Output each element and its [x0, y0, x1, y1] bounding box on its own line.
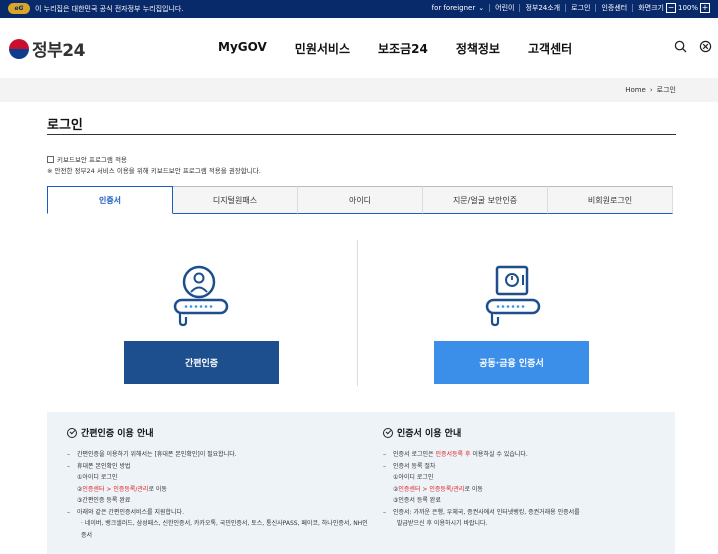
guide-line: 인증서 등록 절차 [383, 461, 683, 473]
keyboard-security-checkbox[interactable] [47, 155, 54, 163]
highlight-text: 인증서등록 후 [435, 451, 471, 458]
tab-biometric[interactable]: 지문/얼굴 보안인증 [423, 186, 548, 214]
zoom-out-button[interactable]: − [665, 3, 676, 13]
zoom-value: 100% [677, 4, 698, 12]
guide-line: 발급받으신 후 이용하시기 바랍니다. [397, 520, 488, 527]
title-divider [47, 134, 676, 135]
check-circle-icon [383, 427, 393, 438]
site-logo[interactable]: 정부24 [9, 36, 85, 61]
zoom-in-button[interactable]: + [700, 3, 710, 13]
simple-auth-guide: 간편인증 이용 안내 간편인증을 이용하기 위해서는 [휴대폰 본인확인]이 필… [67, 426, 368, 541]
breadcrumb: Home › 로그인 [625, 85, 676, 95]
simple-auth-button[interactable]: 간편인증 [124, 341, 279, 384]
taegeuk-icon [9, 38, 29, 59]
certificate-guide-list: 인증서 로그인은 인증서등록 후 이용하실 수 있습니다.인증서 등록 절차①아… [383, 449, 683, 530]
certificate-guide: 인증서 이용 안내 인증서 로그인은 인증서등록 후 이용하실 수 있습니다.인… [383, 426, 683, 530]
auth-panel-divider [357, 240, 358, 386]
guide-line: ②인증센터 > 인증등록/관리로 이동 [77, 485, 167, 493]
certificate-auth-icon [485, 265, 541, 327]
search-icon[interactable] [674, 40, 687, 53]
main-nav: MyGOV 민원서비스 보조금24 정책정보 고객센터 [218, 40, 600, 57]
site-header: 정부24 MyGOV 민원서비스 보조금24 정책정보 고객센터 [0, 18, 718, 78]
chevron-down-icon[interactable]: ⌄ [478, 4, 484, 12]
all-menu-icon[interactable] [699, 40, 712, 53]
tab-id[interactable]: 아이디 [298, 186, 423, 214]
breadcrumb-home[interactable]: Home [625, 86, 646, 94]
foreigner-link[interactable]: for foreigner [432, 4, 476, 12]
guide-line: ③인증서 등록 완료 [393, 497, 441, 504]
logo-text: 정부24 [32, 41, 85, 61]
kids-link[interactable]: 어린이 [495, 3, 514, 13]
certificate-guide-title: 인증서 이용 안내 [397, 429, 462, 439]
guide-line: 인증서 로그인은 인증서등록 후 이용하실 수 있습니다. [383, 449, 683, 461]
simple-auth-guide-list: 간편인증을 이용하기 위해서는 [휴대폰 본인확인]이 필요합니다.휴대폰 본인… [67, 449, 368, 541]
highlight-text: 인증센터 > 인증등록/관리 [398, 485, 465, 493]
tab-digital-onepass[interactable]: 디지털원패스 [173, 186, 298, 214]
official-notice: 이 누리집은 대한민국 공식 전자정부 누리집입니다. [35, 4, 184, 13]
chevron-right-icon: › [649, 86, 653, 94]
cert-center-link[interactable]: 인증센터 [601, 3, 627, 13]
highlight-text: 인증센터 > 인증등록/관리 [82, 485, 149, 493]
nav-policy[interactable]: 정책정보 [456, 40, 500, 57]
keyboard-security-label: 키보드보안 프로그램 적용 [57, 156, 127, 164]
guide-line: ①아이디 로그인 [393, 474, 434, 481]
egov-logo: eG [8, 3, 30, 14]
guide-line: 간편인증을 이용하기 위해서는 [휴대폰 본인확인]이 필요합니다. [67, 449, 367, 461]
keyboard-security-note: ※ 안전한 정부24 서비스 이용을 위해 키보드보안 프로그램 적용을 권장합… [47, 167, 261, 175]
guide-line: ③간편인증 등록 완료 [77, 497, 131, 504]
guide-line: 증서 [81, 531, 93, 539]
simple-auth-icon [173, 265, 229, 327]
guide-line: 인증서: 가까운 은행, 우체국, 증권사에서 인터넷뱅킹, 증권거래용 인증서… [383, 507, 683, 519]
keyboard-security-option[interactable]: 키보드보안 프로그램 적용 [47, 154, 127, 164]
nav-mygov[interactable]: MyGOV [218, 40, 267, 57]
guide-line: ②인증센터 > 인증등록/관리로 이동 [393, 485, 483, 493]
nav-customer-center[interactable]: 고객센터 [528, 40, 572, 57]
auth-info-box: 간편인증 이용 안내 간편인증을 이용하기 위해서는 [휴대폰 본인확인]이 필… [47, 412, 675, 554]
about-link[interactable]: 정부24소개 [525, 3, 560, 13]
tab-certificate[interactable]: 인증서 [47, 186, 173, 214]
page-title: 로그인 [47, 118, 83, 133]
tab-guest-login[interactable]: 비회원로그인 [548, 186, 673, 214]
login-link[interactable]: 로그인 [571, 3, 590, 13]
breadcrumb-current: 로그인 [656, 86, 676, 94]
screen-size-label: 화면크기 [638, 4, 664, 12]
government-banner: eG 이 누리집은 대한민국 공식 전자정부 누리집입니다. for forei… [0, 0, 718, 18]
check-circle-icon [67, 427, 77, 438]
nav-civil-service[interactable]: 민원서비스 [295, 40, 350, 57]
login-tabs: 인증서 디지털원패스 아이디 지문/얼굴 보안인증 비회원로그인 [47, 186, 673, 214]
simple-auth-guide-title: 간편인증 이용 안내 [81, 429, 154, 439]
breadcrumb-bar: Home › 로그인 [0, 78, 718, 102]
guide-line: · 네이버, 뱅크샐러드, 삼성패스, 신한인증서, 카카오톡, 국민인증서, … [81, 520, 368, 527]
nav-subsidy[interactable]: 보조금24 [378, 40, 428, 57]
guide-line: 휴대폰 본인확인 방법 [67, 461, 367, 473]
guide-line: 아래와 같은 간편인증서비스를 지원합니다. [67, 507, 367, 519]
guide-line: ①아이디 로그인 [77, 474, 118, 481]
certificate-auth-button[interactable]: 공동·금융 인증서 [434, 341, 589, 384]
